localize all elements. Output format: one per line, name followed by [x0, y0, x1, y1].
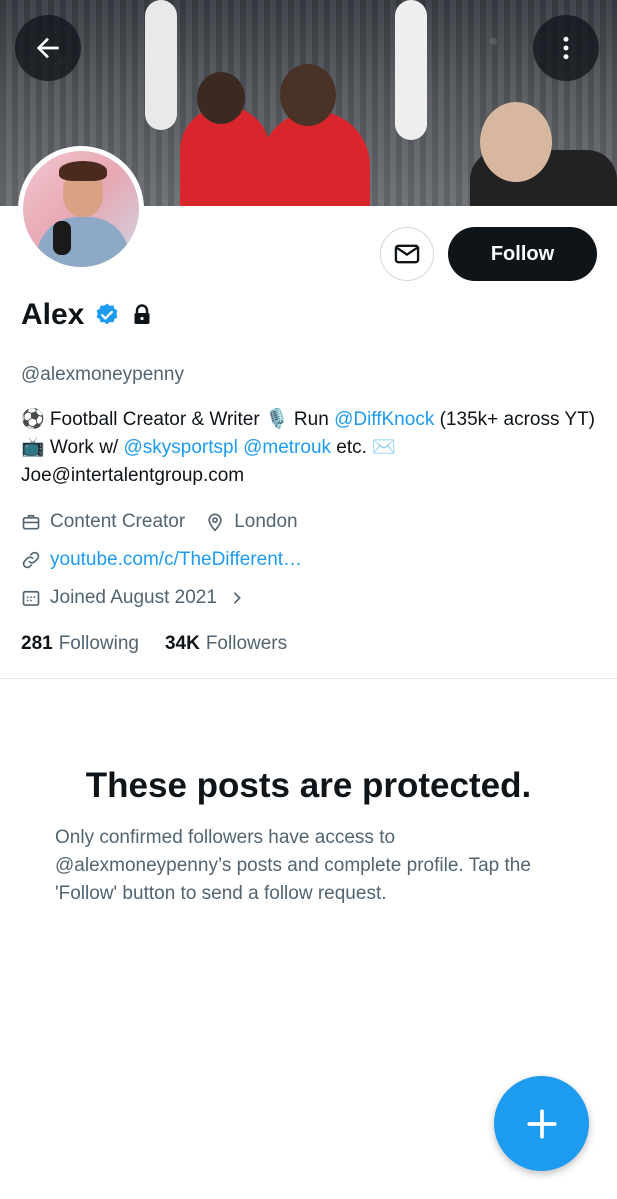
protected-posts-message: Only confirmed followers have access to …: [55, 827, 531, 904]
protected-posts-title: These posts are protected.: [85, 766, 532, 805]
following-stat[interactable]: 281 Following: [21, 633, 139, 655]
profile-joined-date: Joined August 2021: [50, 587, 217, 608]
profile-website-row: youtube.com/c/TheDifferent…: [21, 549, 302, 571]
profile-website-link[interactable]: youtube.com/c/TheDifferent…: [50, 549, 302, 571]
profile-name-row: Alex: [21, 298, 154, 332]
verified-badge-icon[interactable]: [94, 302, 120, 328]
plus-icon: [526, 1108, 557, 1139]
arrow-left-icon: [36, 37, 59, 59]
avatar[interactable]: [18, 146, 144, 272]
follow-stats: 281 Following 34K Followers: [21, 633, 287, 655]
bio-mention-diffknock[interactable]: @DiffKnock: [334, 409, 434, 430]
profile-joined-row[interactable]: Joined August 2021: [21, 587, 245, 609]
profile-bio: ⚽ Football Creator & Writer 🎙️ Run @Diff…: [21, 406, 596, 490]
followers-stat[interactable]: 34K Followers: [165, 633, 287, 655]
compose-post-button[interactable]: [494, 1076, 589, 1171]
follow-button[interactable]: Follow: [448, 227, 597, 281]
more-vertical-icon: [563, 36, 569, 60]
lock-icon: [134, 304, 150, 324]
bio-mention-metrouk[interactable]: @metrouk: [243, 437, 331, 458]
calendar-icon: [21, 588, 41, 608]
chevron-right-icon: [233, 592, 241, 604]
location-pin-icon: [205, 512, 225, 532]
briefcase-icon: [21, 512, 41, 532]
message-button[interactable]: [380, 227, 434, 281]
profile-handle: @alexmoneypenny: [21, 364, 184, 385]
following-count: 281: [21, 633, 53, 654]
profile-location: London: [234, 511, 298, 532]
followers-label: Followers: [205, 633, 288, 654]
profile-meta-row: Content Creator London: [21, 511, 298, 533]
back-button[interactable]: [15, 15, 81, 81]
more-options-button[interactable]: [533, 15, 599, 81]
following-label: Following: [58, 633, 139, 654]
divider: [0, 678, 617, 679]
profile-name: Alex: [21, 298, 85, 331]
link-icon: [21, 550, 41, 570]
bio-text: ⚽ Football Creator & Writer 🎙️ Run: [21, 409, 335, 430]
followers-count: 34K: [164, 633, 200, 654]
profile-category: Content Creator: [50, 511, 186, 532]
envelope-icon: [394, 244, 420, 264]
bio-mention-skysportspl[interactable]: @skysportspl: [123, 437, 237, 458]
